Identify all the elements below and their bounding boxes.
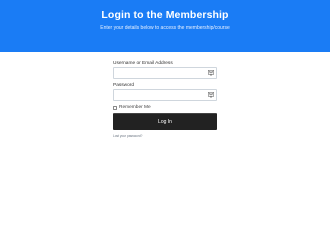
login-button[interactable]: Log In <box>113 113 217 130</box>
keyboard-icon <box>208 92 214 98</box>
keyboard-icon <box>208 70 214 76</box>
password-input[interactable] <box>114 97 216 107</box>
lost-password-link[interactable]: Lost your password? <box>113 134 217 138</box>
username-label: Username or Email Address <box>113 61 173 66</box>
login-form: Username or Email Address Password Remem… <box>113 60 217 138</box>
page-subtitle: Enter your details below to access the m… <box>100 25 230 31</box>
password-field-wrapper <box>113 89 217 107</box>
page-title: Login to the Membership <box>101 9 229 21</box>
login-header: Login to the Membership Enter your detai… <box>0 0 330 52</box>
username-input[interactable] <box>114 75 216 85</box>
username-field-wrapper <box>113 67 217 85</box>
